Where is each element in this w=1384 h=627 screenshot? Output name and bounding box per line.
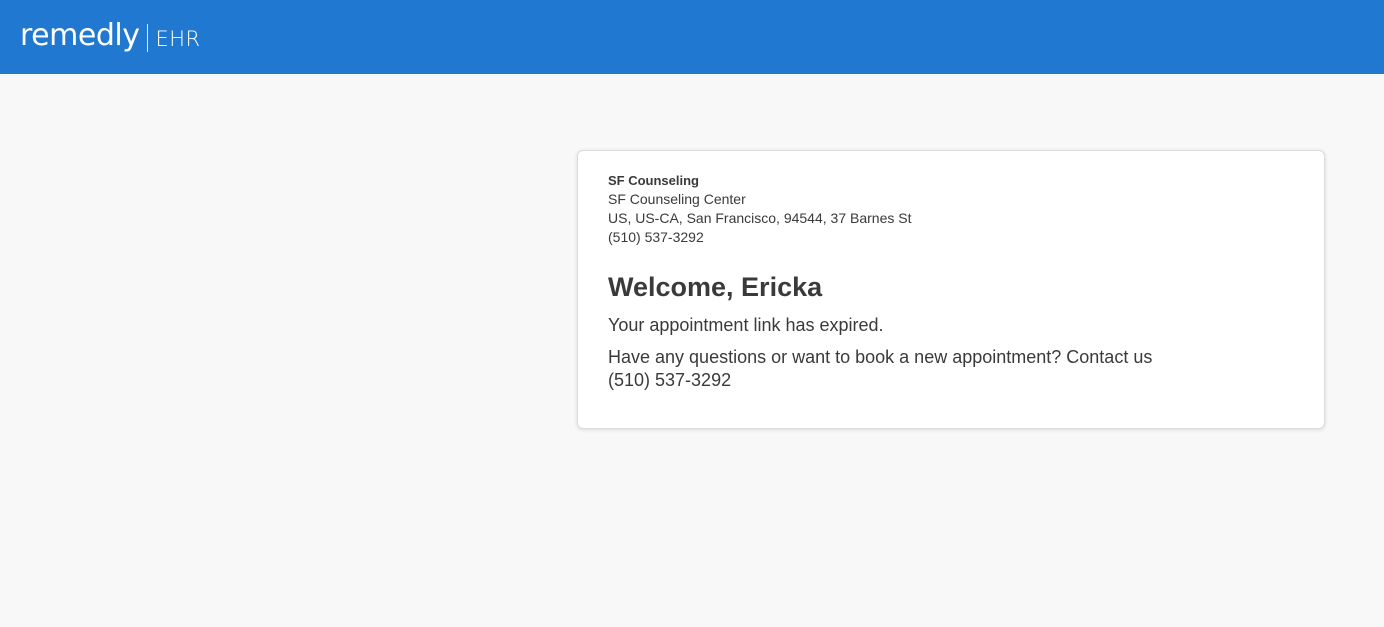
contact-phone: (510) 537-3292	[608, 370, 732, 390]
contact-info: Have any questions or want to book a new…	[608, 346, 1294, 392]
logo-wordmark: remedly	[20, 18, 140, 53]
practice-phone: (510) 537-3292	[608, 229, 704, 245]
practice-center: SF Counseling Center	[608, 191, 746, 207]
welcome-heading: Welcome, Ericka	[608, 272, 823, 302]
remedly-ehr-logo[interactable]: remedly EHR	[20, 14, 201, 58]
logo-suffix: EHR	[155, 27, 201, 51]
practice-address: US, US-CA, San Francisco, 94544, 37 Barn…	[608, 210, 912, 226]
contact-prompt: Have any questions or want to book a new…	[608, 347, 1153, 367]
practice-name: SF Counseling	[608, 173, 699, 188]
appointment-expired-card: SF Counseling SF Counseling Center US, U…	[577, 150, 1325, 429]
top-header-bar: remedly EHR	[0, 0, 1384, 74]
expired-message: Your appointment link has expired.	[608, 315, 884, 335]
logo-divider	[147, 24, 149, 52]
